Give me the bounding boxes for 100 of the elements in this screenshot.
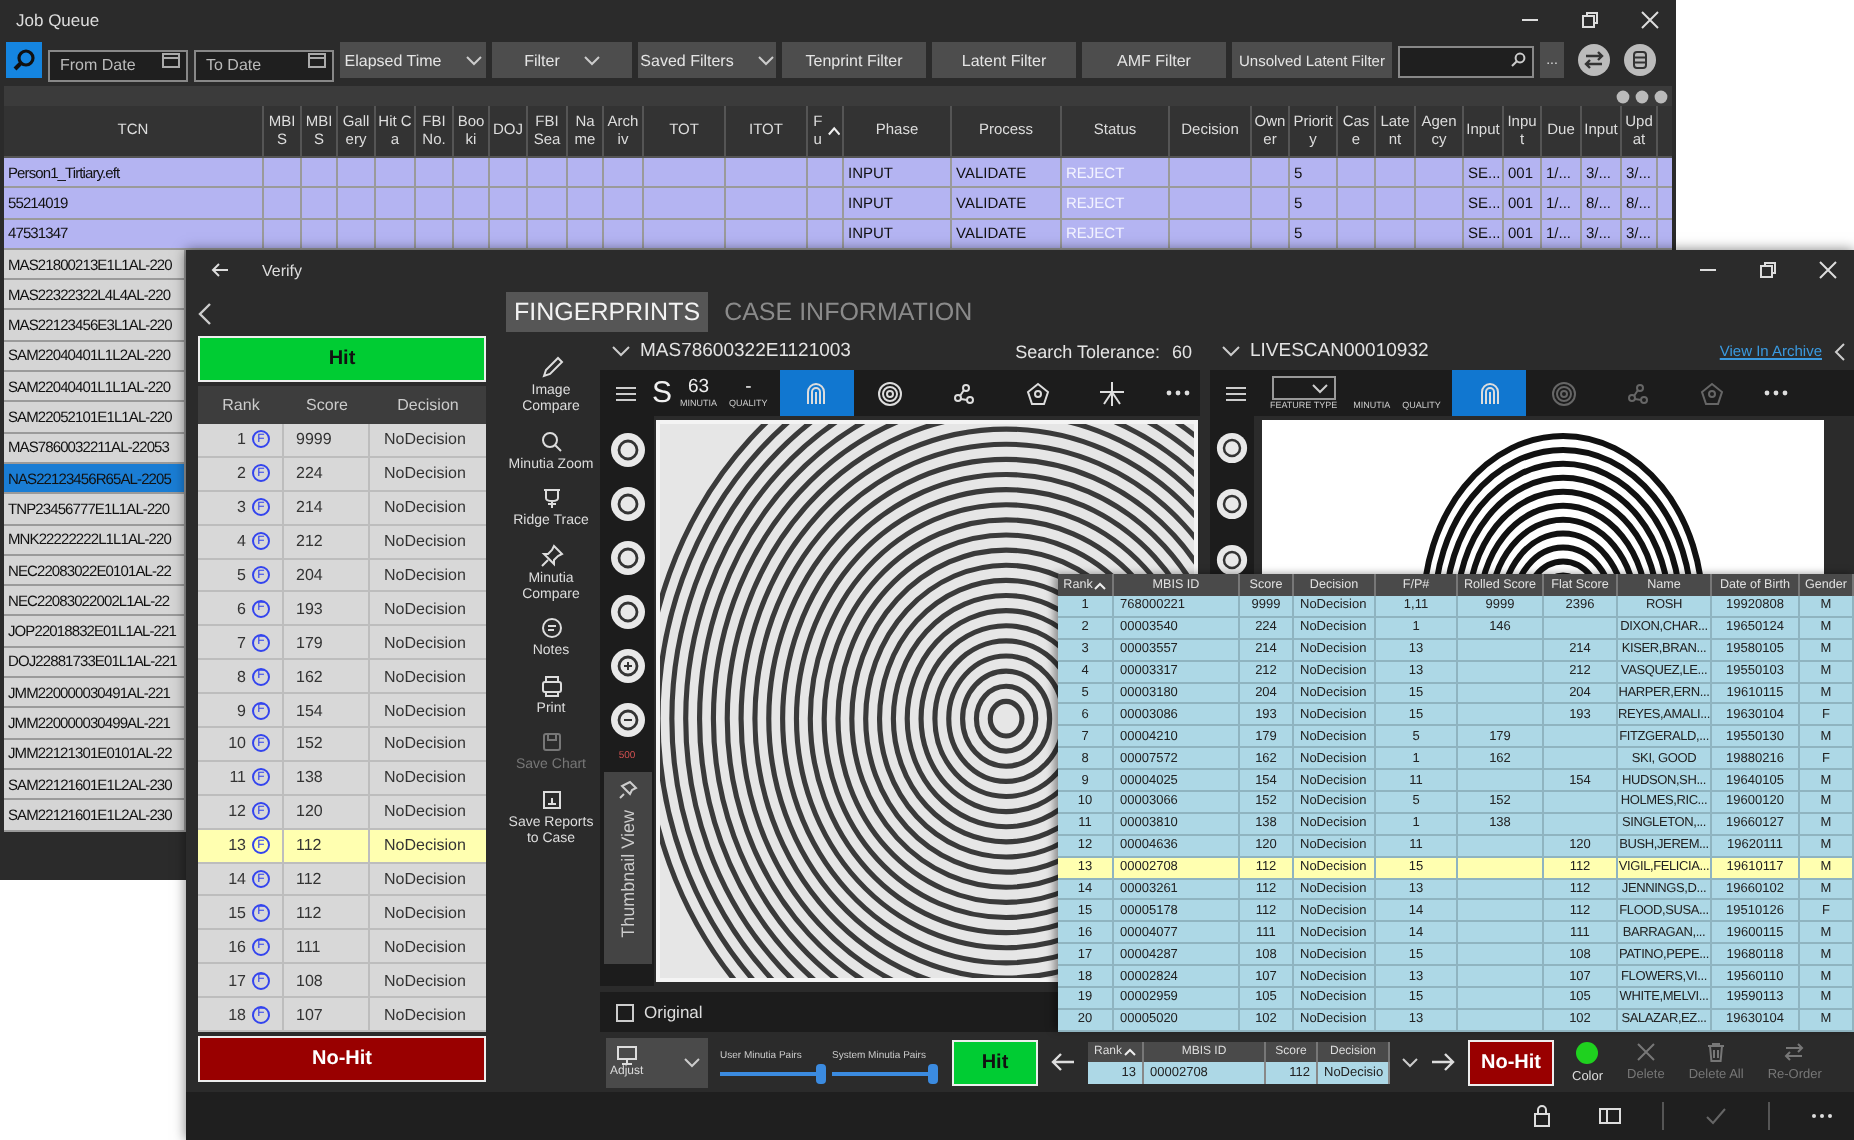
table-cell: 1: [237, 430, 246, 449]
table-cell: 9: [237, 701, 246, 720]
nodes-icon: [1623, 379, 1652, 407]
more-icon[interactable]: [1165, 390, 1190, 396]
tab[interactable]: FINGERPRINTS: [506, 291, 709, 331]
table-cell: 108: [284, 964, 370, 997]
caret-icon: [465, 55, 482, 65]
table-cell: 16: [228, 937, 246, 956]
search-field[interactable]: [1398, 45, 1534, 77]
filter-dropdown[interactable]: Filter: [492, 42, 632, 78]
table-cell: 18: [228, 1005, 246, 1024]
close-icon[interactable]: [1818, 260, 1838, 280]
table-cell: 112: [284, 896, 370, 929]
swap-arrows-icon: [1784, 1042, 1805, 1062]
column-header[interactable]: Decision: [370, 396, 486, 414]
right-arrow-icon[interactable]: [1430, 1052, 1456, 1072]
table-cell: 193: [284, 592, 370, 625]
no-hit-button[interactable]: No-Hit: [1468, 1039, 1554, 1085]
table-cell: 224: [284, 457, 370, 490]
window-title: Job Queue: [16, 10, 100, 30]
hit-button[interactable]: Hit: [952, 1039, 1038, 1085]
zoom-out-icon[interactable]: [609, 702, 645, 738]
filter-button[interactable]: Tenprint Filter: [782, 42, 926, 78]
table-cell-text: NoDecision: [382, 732, 468, 757]
table-cell: 2: [237, 464, 246, 483]
restore-icon[interactable]: [1580, 10, 1600, 30]
table-cell: 12: [228, 802, 246, 821]
original-checkbox[interactable]: Original: [616, 1002, 703, 1022]
date-field[interactable]: From Date: [48, 49, 188, 81]
caret-icon: [757, 55, 774, 65]
thumbnail-view-tab[interactable]: Thumbnail View: [603, 772, 651, 964]
fingerprint-icon: [802, 379, 831, 407]
close-icon[interactable]: [1640, 10, 1660, 30]
chevron-left-icon[interactable]: [1834, 341, 1846, 361]
monitor-icon: [615, 1046, 638, 1066]
date-field[interactable]: To Date: [194, 49, 334, 81]
database-icon[interactable]: [1624, 44, 1656, 76]
hit-button[interactable]: Hit: [198, 336, 486, 382]
menu-icon[interactable]: [1226, 385, 1246, 401]
zoom-in-icon[interactable]: [609, 648, 645, 684]
table-cell-text: NoDecision: [382, 868, 468, 893]
tolerance-value: 60: [1171, 341, 1192, 361]
calendar-icon: [162, 52, 180, 68]
table-cell: 7: [237, 633, 246, 652]
table-cell-text: NoDecision: [382, 766, 468, 791]
more-icon[interactable]: [1764, 390, 1789, 396]
table-cell: 13: [228, 836, 246, 855]
slider-thumb[interactable]: [928, 1063, 938, 1083]
sort-caret-icon: [1094, 581, 1107, 589]
back-arrow-icon[interactable]: [210, 262, 230, 278]
tab[interactable]: CASE INFORMATION: [716, 291, 981, 331]
filter-dropdown[interactable]: Saved Filters: [638, 42, 776, 78]
restore-icon[interactable]: [1758, 260, 1778, 280]
no-hit-button[interactable]: No-Hit: [198, 1036, 486, 1083]
funnel-icon: [539, 486, 563, 511]
pin-icon[interactable]: [617, 780, 637, 800]
nodes-icon: [950, 379, 979, 407]
slider-thumb[interactable]: [816, 1063, 826, 1083]
note-icon: [539, 616, 563, 641]
table-cell: 4: [237, 532, 246, 551]
table-cell-text: NoDecision: [382, 462, 468, 487]
feature-type-dropdown[interactable]: [1271, 376, 1336, 400]
crosshair-icon: [1098, 379, 1127, 407]
table-cell: 214: [284, 491, 370, 524]
column-header[interactable]: Score: [284, 396, 370, 414]
table-cell-text: NoDecision: [382, 969, 468, 994]
table-cell: 138: [284, 761, 370, 794]
caret-icon: [583, 55, 600, 65]
table-cell: 15: [228, 903, 246, 922]
chevron-down-icon[interactable]: [1222, 345, 1240, 357]
filter-dropdown[interactable]: Elapsed Time: [340, 42, 486, 78]
table-cell-text: NoDecision: [382, 901, 468, 926]
chevron-down-icon[interactable]: [1402, 1057, 1418, 1067]
search-button[interactable]: [6, 42, 42, 78]
subject-id: LIVESCAN00010932: [1250, 340, 1429, 362]
table-cell: 162: [284, 660, 370, 693]
filter-button[interactable]: Latent Filter: [932, 42, 1076, 78]
table-cell: 9999: [284, 424, 370, 456]
filter-button[interactable]: AMF Filter: [1082, 42, 1226, 78]
menu-icon[interactable]: [616, 385, 636, 401]
table-cell: 179: [284, 626, 370, 659]
left-arrow-icon[interactable]: [1050, 1052, 1076, 1072]
pentagon-icon: [1697, 379, 1726, 407]
table-cell-text: NoDecision: [382, 597, 468, 622]
chevron-left-icon[interactable]: [198, 301, 212, 325]
dots-icon[interactable]: [1616, 89, 1668, 103]
subject-id: MAS78600322E1121003: [640, 340, 851, 362]
table-cell: 112: [284, 863, 370, 895]
chevron-down-icon[interactable]: [612, 345, 630, 357]
table-cell: 14: [228, 870, 246, 889]
table-cell-text: NoDecision: [382, 800, 468, 825]
pattern-letter: S: [652, 376, 673, 410]
pin-icon: [539, 543, 563, 568]
column-header[interactable]: Rank: [198, 396, 284, 414]
rings-icon: [1549, 379, 1578, 407]
search-icon: [12, 48, 36, 72]
table-cell: 111: [284, 930, 370, 963]
transfer-icon[interactable]: [1578, 44, 1610, 76]
table-cell: 112: [284, 829, 370, 862]
save-icon: [539, 730, 563, 755]
